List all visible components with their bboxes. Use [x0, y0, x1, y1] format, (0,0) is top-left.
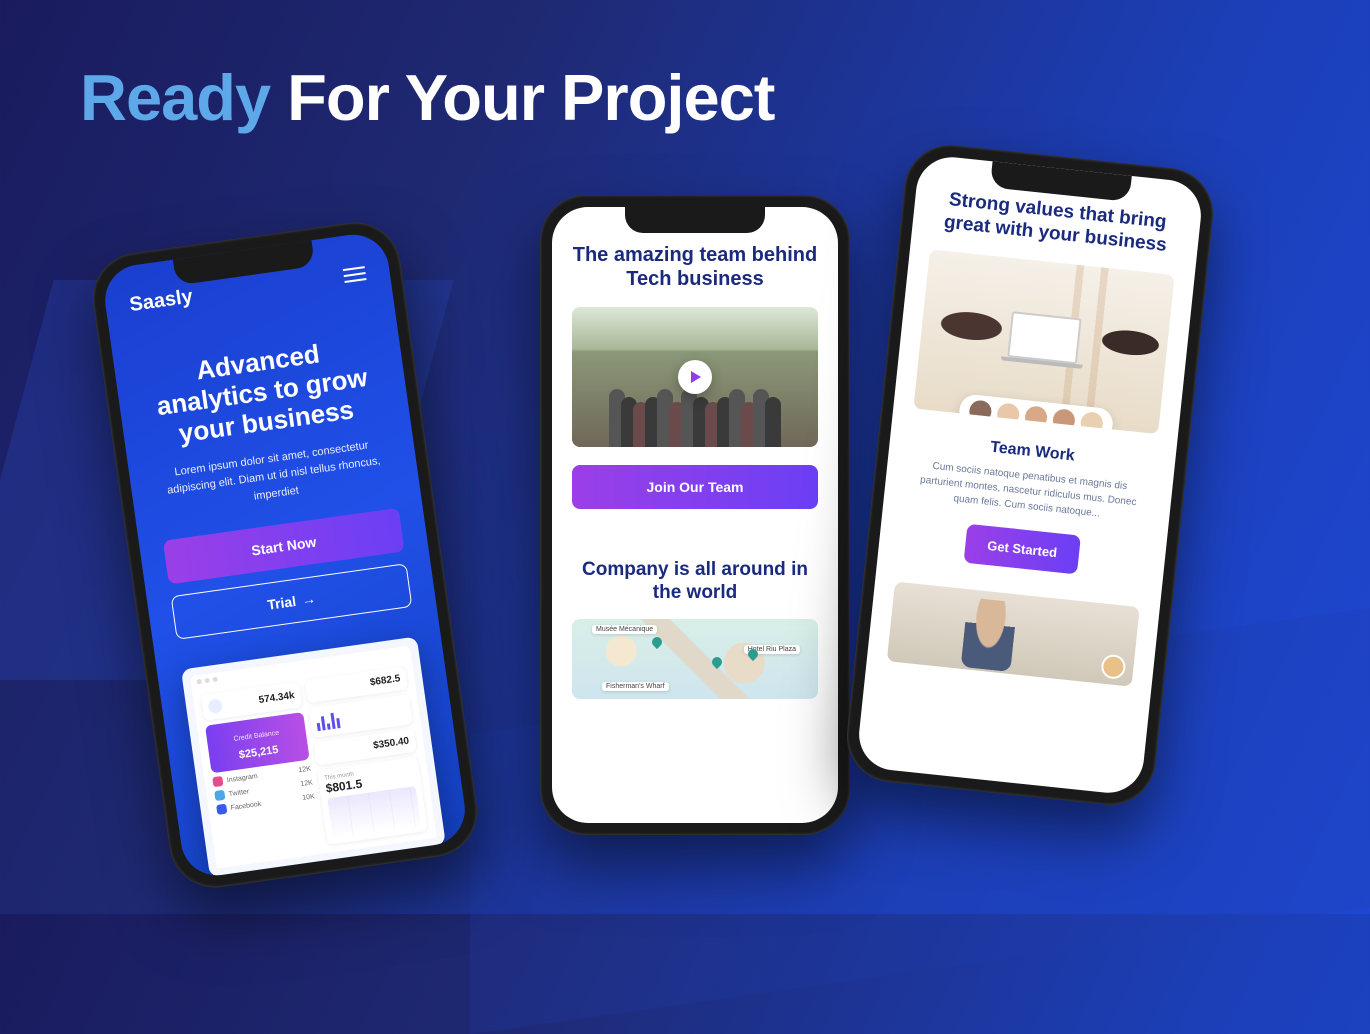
company-heading: Company is all around in the world [572, 559, 818, 605]
screen-team: The amazing team behind Tech business Jo… [552, 207, 838, 823]
avatar [1100, 653, 1126, 679]
hamburger-icon[interactable] [343, 266, 367, 283]
stat-value: $682.5 [369, 674, 401, 689]
balance-value: $25,215 [238, 744, 279, 761]
balance-card: Credit Balance $25,215 [205, 712, 310, 773]
screen-values: Strong values that bring great with your… [856, 154, 1205, 797]
arrow-right-icon: → [301, 591, 317, 609]
headline-accent: Ready [80, 61, 270, 134]
join-team-button[interactable]: Join Our Team [572, 465, 818, 509]
map-label: Musée Mécanique [592, 625, 657, 634]
phone-mockup-2: The amazing team behind Tech business Jo… [540, 195, 850, 835]
map-pin-icon [650, 635, 664, 649]
office-photo [913, 249, 1174, 434]
avatar [968, 399, 992, 423]
play-button-icon[interactable] [678, 360, 712, 394]
avatar [1052, 408, 1076, 432]
map-label: Fisherman's Wharf [602, 682, 669, 691]
brand-logo[interactable]: Saasly [128, 285, 194, 317]
line-chart-icon [327, 787, 421, 839]
trial-label: Trial [266, 593, 297, 613]
avatars-strip [958, 393, 1115, 434]
balance-label: Credit Balance [233, 730, 279, 743]
dashboard-preview: 574.34k Credit Balance $25,215 Instagram… [181, 637, 446, 878]
team-photo [572, 307, 818, 447]
secondary-photo [887, 581, 1140, 686]
headline-rest: For Your Project [270, 61, 774, 134]
team-heading: The amazing team behind Tech business [572, 243, 818, 291]
avatar [996, 402, 1020, 426]
stat-value: $350.40 [373, 736, 410, 752]
stat-value: 574.34k [258, 690, 295, 706]
bar-chart-icon [315, 711, 340, 732]
get-started-button[interactable]: Get Started [963, 523, 1081, 574]
hero-heading: Advanced analytics to grow your business [138, 331, 386, 453]
laptop-illustration [1007, 312, 1081, 365]
world-map[interactable]: Musée Mécanique Hotel Riu Plaza Fisherma… [572, 619, 818, 699]
values-heading: Strong values that bring great with your… [932, 188, 1181, 259]
page-headline: Ready For Your Project [80, 60, 774, 135]
avatar [1024, 405, 1048, 429]
map-pin-icon [710, 655, 724, 669]
profit-card: This month $801.5 [317, 757, 428, 845]
avatar [1080, 411, 1104, 434]
